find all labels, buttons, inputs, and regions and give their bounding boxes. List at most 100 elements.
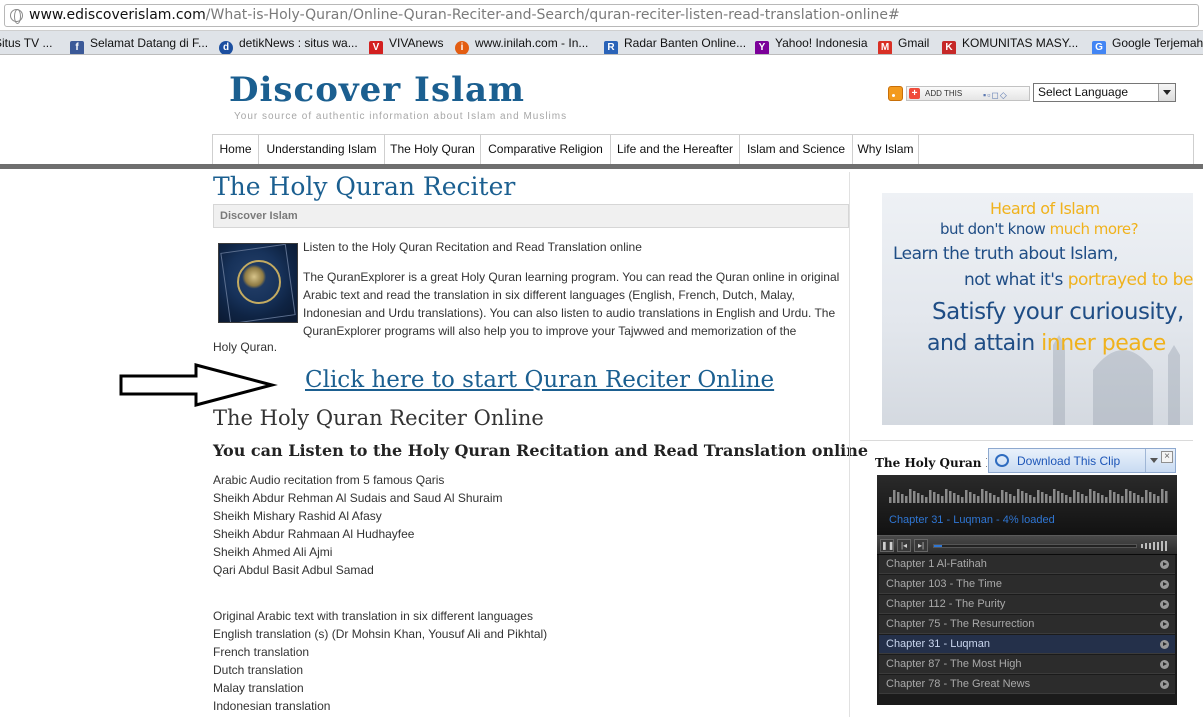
breadcrumb[interactable]: Discover Islam: [213, 204, 849, 228]
intro-paragraph-tail: Holy Quran.: [213, 340, 278, 354]
equalizer-bar: [1121, 496, 1124, 503]
nav-life-hereafter[interactable]: Life and the Hereafter: [611, 135, 740, 164]
chevron-down-icon[interactable]: [1145, 449, 1161, 472]
komunitas-icon: K: [942, 41, 956, 54]
bookmark-radar-banten[interactable]: R Radar Banten Online...: [604, 35, 746, 54]
bookmark-facebook[interactable]: f Selamat Datang di F...: [70, 35, 208, 54]
play-icon[interactable]: [1160, 560, 1169, 569]
equalizer-bar: [1113, 492, 1116, 503]
equalizer-bar: [925, 497, 928, 503]
bookmark-gmail[interactable]: M Gmail: [878, 35, 929, 54]
nav-holy-quran[interactable]: The Holy Quran: [385, 135, 481, 164]
playlist-item[interactable]: Chapter 75 - The Resurrection: [879, 615, 1175, 634]
google-translate-icon: G: [1092, 41, 1106, 54]
addthis-label: ADD THIS: [925, 89, 963, 98]
player-controls: ❚❚ |◂ ▸|: [877, 535, 1177, 555]
nav-home[interactable]: Home: [213, 135, 259, 164]
nav-comparative-religion[interactable]: Comparative Religion: [481, 135, 611, 164]
play-icon[interactable]: [1160, 620, 1169, 629]
list-item: Qari Abdul Basit Adbul Samad: [213, 563, 374, 577]
playlist-item[interactable]: Chapter 103 - The Time: [879, 575, 1175, 594]
list-item: Sheikh Ahmed Ali Ajmi: [213, 545, 333, 559]
list-item: Arabic Audio recitation from 5 famous Qa…: [213, 473, 445, 487]
url-path: /What-is-Holy-Quran/Online-Quran-Reciter…: [205, 7, 900, 23]
play-icon[interactable]: [1160, 660, 1169, 669]
start-quran-reciter-link[interactable]: Click here to start Quran Reciter Online: [305, 367, 774, 393]
close-icon[interactable]: ×: [1161, 451, 1173, 463]
next-icon[interactable]: ▸|: [914, 539, 928, 552]
bookmark-inilah[interactable]: i www.inilah.com - In...: [455, 35, 588, 54]
list-item: Malay translation: [213, 681, 304, 695]
plus-icon: +: [909, 88, 920, 99]
url-field[interactable]: www.ediscoverislam.com/What-is-Holy-Qura…: [4, 4, 1199, 27]
equalizer-bar: [1045, 494, 1048, 503]
volume-icon[interactable]: [1141, 540, 1171, 552]
play-icon[interactable]: [1160, 640, 1169, 649]
nav-islam-science[interactable]: Islam and Science: [740, 135, 853, 164]
equalizer-bar: [989, 493, 992, 503]
equalizer-bar: [917, 493, 920, 503]
heard-of-islam-banner[interactable]: Heard of Islam but don't know much more?…: [882, 193, 1193, 425]
pause-icon[interactable]: ❚❚: [880, 539, 894, 552]
banner-line-2: but don't know much more?: [940, 220, 1139, 238]
bookmark-yahoo[interactable]: Y Yahoo! Indonesia: [755, 35, 868, 54]
playlist-item[interactable]: Chapter 31 - Luqman: [879, 635, 1175, 654]
share-service-icons: ▪▫◻◇: [983, 90, 1008, 100]
equalizer-bar: [905, 496, 908, 503]
banner-line-4: not what it's portrayed to be.: [964, 270, 1193, 290]
bookmark-detiknews[interactable]: d detikNews : situs wa...: [219, 35, 358, 54]
equalizer-bar: [993, 495, 996, 503]
list-item: English translation (s) (Dr Mohsin Khan,…: [213, 627, 548, 641]
equalizer-bar: [1145, 490, 1148, 503]
player-display: Chapter 31 - Luqman - 4% loaded: [877, 475, 1177, 535]
bookmark-vivanews[interactable]: V VIVAnews: [369, 35, 443, 54]
list-item: Dutch translation: [213, 663, 304, 677]
playlist-item[interactable]: Chapter 112 - The Purity: [879, 595, 1175, 614]
equalizer-bar: [909, 489, 912, 503]
audio-player: Chapter 31 - Luqman - 4% loaded ❚❚ |◂ ▸|…: [877, 475, 1177, 705]
bookmark-google-translate[interactable]: G Google Terjemah: [1092, 35, 1203, 54]
equalizer-bar: [1053, 489, 1056, 503]
nav-understanding-islam[interactable]: Understanding Islam: [259, 135, 385, 164]
language-select[interactable]: Select Language: [1033, 83, 1176, 102]
gmail-icon: M: [878, 41, 892, 54]
seek-bar[interactable]: [933, 544, 1137, 548]
track-title: Chapter 103 - The Time: [886, 578, 1002, 590]
download-icon: [995, 454, 1009, 467]
equalizer-bar: [1117, 494, 1120, 503]
site-tagline: Your source of authentic information abo…: [234, 111, 568, 122]
bookmark-komunitas[interactable]: K KOMUNITAS MASY...: [942, 35, 1079, 54]
arrow-right-icon: [119, 363, 278, 407]
bookmark-label: KOMUNITAS MASY...: [962, 36, 1079, 50]
quran-cover-image: [218, 243, 298, 323]
site-title[interactable]: Discover Islam: [229, 70, 525, 110]
list-item: Sheikh Abdur Rahmaan Al Hudhayfee: [213, 527, 415, 541]
play-icon[interactable]: [1160, 600, 1169, 609]
rss-icon[interactable]: [888, 86, 903, 101]
equalizer-bar: [1013, 496, 1016, 503]
play-icon[interactable]: [1160, 680, 1169, 689]
bookmark-situs-tv[interactable]: Situs TV ...: [0, 35, 52, 51]
addthis-button[interactable]: + ADD THIS ▪▫◻◇: [906, 86, 1030, 101]
equalizer-bar: [1057, 491, 1060, 503]
download-clip-bar[interactable]: Download This Clip ×: [988, 448, 1176, 473]
equalizer-bar: [1033, 497, 1036, 503]
list-item: Original Arabic text with translation in…: [213, 609, 533, 623]
track-title: Chapter 75 - The Resurrection: [886, 618, 1035, 630]
url-text: www.ediscoverislam.com/What-is-Holy-Qura…: [29, 7, 900, 23]
banner-line-5: Satisfy your curiousity,: [932, 299, 1184, 325]
track-title: Chapter 87 - The Most High: [886, 658, 1022, 670]
playlist-item[interactable]: Chapter 87 - The Most High: [879, 655, 1175, 674]
equalizer-bar: [921, 495, 924, 503]
playlist-item[interactable]: Chapter 1 Al-Fatihah: [879, 555, 1175, 574]
nav-why-islam[interactable]: Why Islam: [853, 135, 919, 164]
equalizer-bar: [973, 494, 976, 503]
play-icon[interactable]: [1160, 580, 1169, 589]
banner-line-4a: not what it's: [964, 270, 1068, 290]
previous-icon[interactable]: |◂: [897, 539, 911, 552]
playlist-item[interactable]: Chapter 78 - The Great News: [879, 675, 1175, 694]
equalizer-bar: [977, 496, 980, 503]
list-item: Sheikh Abdur Rehman Al Sudais and Saud A…: [213, 491, 503, 505]
chevron-down-icon: [1158, 84, 1175, 101]
equalizer-bar: [949, 491, 952, 503]
